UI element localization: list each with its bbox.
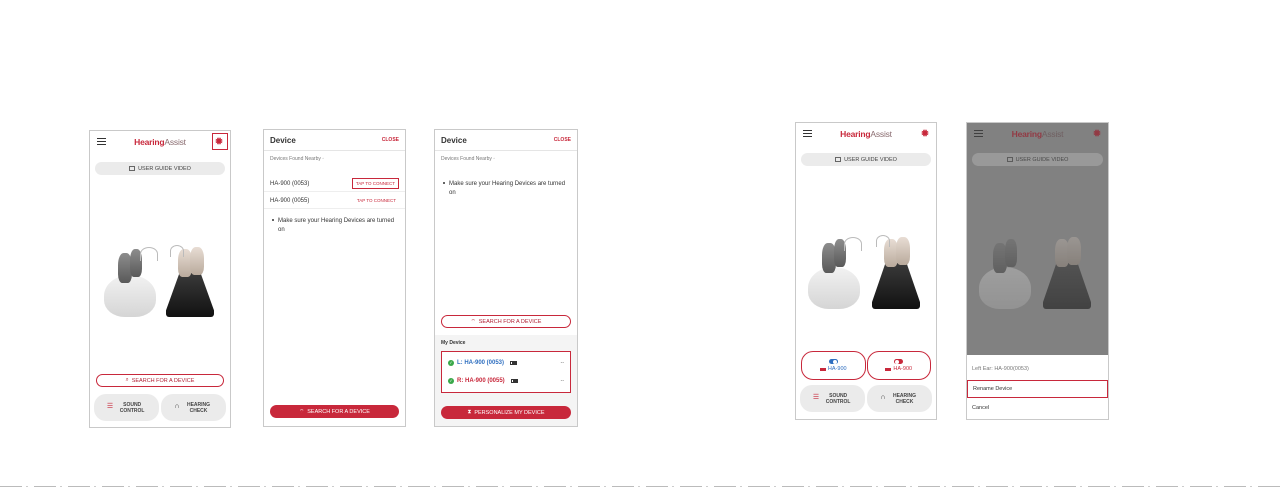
my-device-right[interactable]: ✓ R: HA-900 (0055) -- xyxy=(442,372,570,390)
rename-device-option[interactable]: Rename Device xyxy=(967,380,1108,398)
top-bar: HearingAssist ✹ xyxy=(90,131,230,153)
product-image xyxy=(808,233,924,313)
footer-divider xyxy=(0,486,1282,487)
personalize-icon: ⧗ xyxy=(467,409,472,415)
toggle-icon xyxy=(828,359,838,364)
instruction-note: Make sure your Hearing Devices are turne… xyxy=(272,217,399,235)
search-device-button[interactable]: ⌔ SEARCH FOR A DEVICE xyxy=(270,405,399,418)
my-device-list: ✓ L: HA-900 (0053) -- ✓ R: HA-900 (0055)… xyxy=(441,351,571,393)
sound-control-label: SOUND CONTROL xyxy=(119,401,145,414)
sound-control-button[interactable]: ☰ SOUND CONTROL xyxy=(94,394,159,421)
instruction-note: Make sure your Hearing Devices are turne… xyxy=(443,180,571,198)
sound-control-button[interactable]: ☰ SOUND CONTROL xyxy=(800,385,865,412)
hearing-check-button[interactable]: ∩ HEARING CHECK xyxy=(161,394,226,421)
right-device-status: -- xyxy=(560,378,564,384)
right-ear-label: HA-900 xyxy=(893,366,913,372)
search-label: SEARCH FOR A DEVICE xyxy=(131,377,195,384)
search-icon: ⌕ xyxy=(125,377,129,383)
bottom-actions: ☰ SOUND CONTROL ∩ HEARING CHECK xyxy=(94,394,226,421)
cancel-option[interactable]: Cancel xyxy=(967,399,1108,417)
close-button[interactable]: CLOSE xyxy=(554,137,571,143)
search-device-button[interactable]: ⌕ SEARCH FOR A DEVICE xyxy=(96,374,224,387)
device-header: Device CLOSE xyxy=(264,130,405,151)
sheet-title: Left Ear: HA-900(0053) xyxy=(972,366,1029,372)
right-device-name: R: HA-900 (0055) xyxy=(457,378,505,384)
battery-icon xyxy=(885,367,892,371)
left-ear-label-row: HA-900 xyxy=(819,366,847,372)
hearing-check-label: HEARING CHECK xyxy=(892,392,917,405)
film-icon xyxy=(835,157,842,162)
hearing-check-label: HEARING CHECK xyxy=(186,401,211,414)
search-device-button[interactable]: ⌔ SEARCH FOR A DEVICE xyxy=(441,315,571,328)
check-icon: ✓ xyxy=(448,378,454,384)
battery-icon xyxy=(510,361,518,365)
device-title: Device xyxy=(441,135,467,145)
home-screen: HearingAssist ✹ USER GUIDE VIDEO ⌕ SEARC… xyxy=(89,130,231,428)
sliders-icon: ☰ xyxy=(106,403,114,411)
tap-to-connect-button[interactable]: TAP TO CONNECT xyxy=(354,196,399,205)
action-sheet: Left Ear: HA-900(0053) Rename Device Can… xyxy=(967,355,1108,419)
personalize-label: PERSONALIZE MY DEVICE xyxy=(474,409,545,416)
my-device-panel: My Device ✓ L: HA-900 (0053) -- ✓ R: HA-… xyxy=(435,335,577,426)
search-label: SEARCH FOR A DEVICE xyxy=(478,318,542,325)
personalize-device-button[interactable]: ⧗ PERSONALIZE MY DEVICE xyxy=(441,406,571,419)
right-ear-toggle[interactable]: HA-900 xyxy=(866,351,931,380)
left-device-status: -- xyxy=(560,360,564,366)
tap-to-connect-button[interactable]: TAP TO CONNECT xyxy=(351,178,399,189)
toggle-icon xyxy=(894,359,904,364)
left-device-name: L: HA-900 (0053) xyxy=(457,360,505,366)
menu-icon[interactable] xyxy=(803,130,812,137)
search-label: SEARCH FOR A DEVICE xyxy=(307,408,370,415)
user-guide-label: USER GUIDE VIDEO xyxy=(138,165,191,172)
user-guide-video-button[interactable]: USER GUIDE VIDEO xyxy=(95,162,225,175)
my-device-label: My Device xyxy=(441,340,466,346)
my-device-left[interactable]: ✓ L: HA-900 (0053) -- xyxy=(442,354,570,372)
hearing-check-button[interactable]: ∩ HEARING CHECK xyxy=(867,385,932,412)
user-guide-label: USER GUIDE VIDEO xyxy=(844,156,897,163)
connected-home-screen: HearingAssist ✹ USER GUIDE VIDEO HA-900 … xyxy=(795,122,937,420)
menu-icon[interactable] xyxy=(97,138,106,145)
product-image xyxy=(104,241,214,321)
device-name: HA-900 (0055) xyxy=(270,197,310,204)
battery-icon xyxy=(819,367,826,371)
sliders-icon: ☰ xyxy=(812,394,820,402)
app-logo: HearingAssist xyxy=(840,129,892,139)
left-ear-toggle[interactable]: HA-900 xyxy=(801,351,866,380)
wifi-icon: ⌔ xyxy=(470,319,476,325)
device-name: HA-900 (0053) xyxy=(270,180,310,187)
left-ear-label: HA-900 xyxy=(827,366,847,372)
check-icon: ✓ xyxy=(448,360,454,366)
gear-icon[interactable]: ✹ xyxy=(214,137,224,148)
device-screen: Device CLOSE Devices Found Nearby ◦ HA-9… xyxy=(263,129,406,427)
battery-icon xyxy=(510,379,518,383)
device-row[interactable]: HA-900 (0053) TAP TO CONNECT xyxy=(264,176,405,192)
gear-icon[interactable]: ✹ xyxy=(920,129,930,140)
dim-overlay[interactable] xyxy=(967,123,1108,355)
devices-found-label: Devices Found Nearby ◦ xyxy=(270,156,325,162)
bottom-actions: ☰ SOUND CONTROL ∩ HEARING CHECK xyxy=(800,385,932,412)
top-bar: HearingAssist ✹ xyxy=(796,123,936,145)
right-ear-label-row: HA-900 xyxy=(885,366,912,372)
film-icon xyxy=(129,166,136,171)
headphones-icon: ∩ xyxy=(880,394,886,402)
device-row[interactable]: HA-900 (0055) TAP TO CONNECT xyxy=(264,193,405,209)
ear-toggles: HA-900 HA-900 xyxy=(801,351,931,380)
device-header: Device CLOSE xyxy=(435,130,577,151)
wifi-icon: ⌔ xyxy=(299,409,305,415)
device-title: Device xyxy=(270,135,296,145)
app-logo: HearingAssist xyxy=(134,137,186,147)
rename-sheet-screen: HearingAssist ✹ USER GUIDE VIDEO Left Ea… xyxy=(966,122,1109,420)
my-device-screen: Device CLOSE Devices Found Nearby ◦ Make… xyxy=(434,129,578,427)
headphones-icon: ∩ xyxy=(174,403,180,411)
sound-control-label: SOUND CONTROL xyxy=(825,392,851,405)
close-button[interactable]: CLOSE xyxy=(382,137,399,143)
user-guide-video-button[interactable]: USER GUIDE VIDEO xyxy=(801,153,931,166)
devices-found-label: Devices Found Nearby ◦ xyxy=(441,156,496,162)
